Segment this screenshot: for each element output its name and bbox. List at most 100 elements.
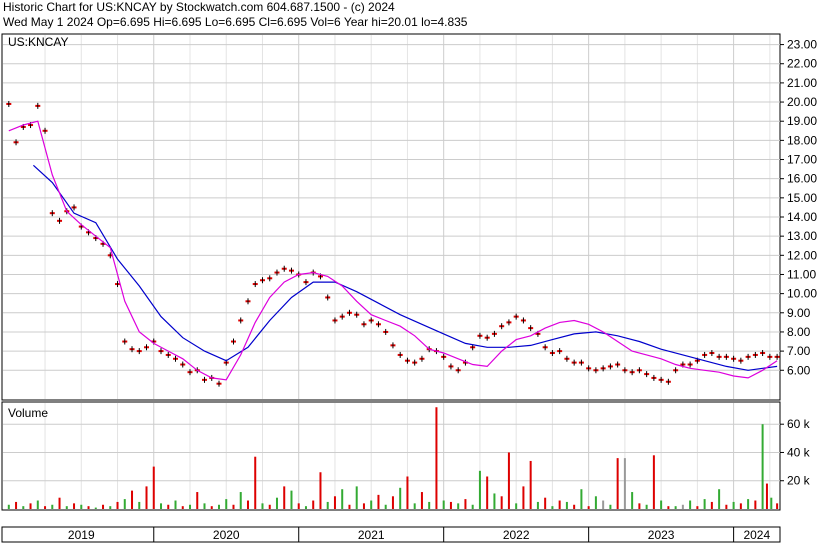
volume-bar: [254, 456, 257, 509]
volume-bar: [275, 497, 278, 509]
volume-bar: [609, 504, 612, 509]
volume-bar: [297, 503, 300, 509]
volume-bar: [261, 503, 264, 509]
volume-bar: [413, 503, 416, 509]
volume-bar: [507, 452, 510, 509]
volume-bar: [674, 506, 677, 509]
volume-bar: [94, 507, 97, 509]
volume-bar: [770, 497, 773, 509]
volume-bar: [341, 489, 344, 509]
volume-bar: [544, 497, 547, 509]
volume-bar: [290, 490, 293, 509]
volume-panel-label: Volume: [8, 406, 48, 420]
volume-bar: [116, 501, 119, 509]
volume-bar: [754, 500, 757, 509]
volume-axis: 20 k 40 k 60 k: [780, 417, 811, 488]
volume-bar: [167, 504, 170, 509]
volume-bar: [80, 504, 83, 509]
price-tick-label: 12.00: [787, 248, 817, 262]
volume-tick-label: 40 k: [787, 445, 811, 459]
volume-bar: [181, 506, 184, 509]
volume-bar: [138, 501, 141, 509]
volume-bar: [189, 504, 192, 509]
price-tick-label: 23.00: [787, 38, 817, 52]
price-tick-label: 16.00: [787, 172, 817, 186]
volume-bar: [565, 501, 568, 509]
volume-bar: [283, 486, 286, 509]
volume-bar: [312, 500, 315, 509]
volume-bar: [457, 503, 460, 509]
volume-bar: [217, 504, 220, 509]
x-tick-label: 2019: [68, 528, 95, 542]
volume-bar: [102, 504, 105, 509]
volume-bar: [652, 455, 655, 509]
volume-bar: [355, 486, 358, 509]
volume-bar: [333, 496, 336, 509]
price-tick-label: 21.00: [787, 76, 817, 90]
volume-bar: [348, 504, 351, 509]
volume-bar: [645, 504, 648, 509]
price-tick-label: 9.00: [787, 306, 811, 320]
price-tick-label: 15.00: [787, 191, 817, 205]
volume-bar: [718, 489, 721, 509]
volume-bar: [160, 503, 163, 509]
volume-bar: [660, 500, 663, 509]
price-tick-label: 19.00: [787, 114, 817, 128]
volume-bar: [203, 503, 206, 509]
volume-bar: [7, 504, 10, 509]
volume-bar: [710, 501, 713, 509]
volume-bar: [623, 458, 626, 509]
volume-bar: [522, 486, 525, 509]
volume-bar: [391, 496, 394, 509]
chart-canvas: 6.00 7.00 8.00 9.00 10.00 11.00 12.00 13.00 14.0…: [1, 33, 817, 543]
volume-bar: [326, 501, 329, 509]
volume-bar: [471, 504, 474, 509]
price-tick-label: 8.00: [787, 325, 811, 339]
price-tick-label: 22.00: [787, 57, 817, 71]
volume-bar: [29, 503, 32, 509]
volume-bar: [732, 501, 735, 509]
volume-bar: [478, 470, 481, 509]
price-tick-label: 6.00: [787, 363, 811, 377]
volume-tick-label: 20 k: [787, 474, 811, 488]
volume-bar: [304, 506, 307, 509]
volume-bar: [384, 504, 387, 509]
price-tick-label: 14.00: [787, 210, 817, 224]
volume-bar: [638, 503, 641, 509]
volume-bar: [123, 499, 126, 509]
volume-bar: [73, 503, 76, 509]
volume-bar: [44, 506, 47, 509]
volume-bar: [145, 486, 148, 509]
volume-bar: [428, 501, 431, 509]
volume-bar: [51, 504, 54, 509]
volume-bar: [109, 506, 112, 509]
volume-bar: [268, 504, 271, 509]
volume-bar: [703, 499, 706, 509]
x-tick-label: 2024: [743, 528, 770, 542]
volume-panel: [1, 401, 781, 511]
volume-bar: [22, 506, 25, 509]
volume-bar: [174, 500, 177, 509]
price-tick-label: 11.00: [787, 267, 816, 281]
volume-bar: [602, 500, 605, 509]
x-tick-label: 2021: [358, 528, 385, 542]
volume-bar: [667, 506, 670, 509]
x-tick-label: 2023: [648, 528, 675, 542]
volume-bar: [399, 487, 402, 509]
volume-bar: [232, 504, 235, 509]
volume-bar: [319, 472, 322, 509]
volume-bar: [765, 483, 768, 509]
volume-bar: [558, 500, 561, 509]
volume-bar: [536, 501, 539, 509]
volume-bar: [442, 500, 445, 509]
price-panel-label: US:KNCAY: [8, 35, 68, 49]
price-axis: 6.00 7.00 8.00 9.00 10.00 11.00 12.00 13.00 14.0…: [780, 38, 817, 377]
volume-bar: [486, 476, 489, 509]
volume-bar: [761, 424, 764, 509]
price-tick-label: 20.00: [787, 95, 817, 109]
volume-bar: [58, 497, 61, 509]
volume-bar: [689, 500, 692, 509]
volume-tick-label: 60 k: [787, 417, 811, 431]
volume-bar: [594, 496, 597, 509]
volume-bar: [377, 494, 380, 509]
